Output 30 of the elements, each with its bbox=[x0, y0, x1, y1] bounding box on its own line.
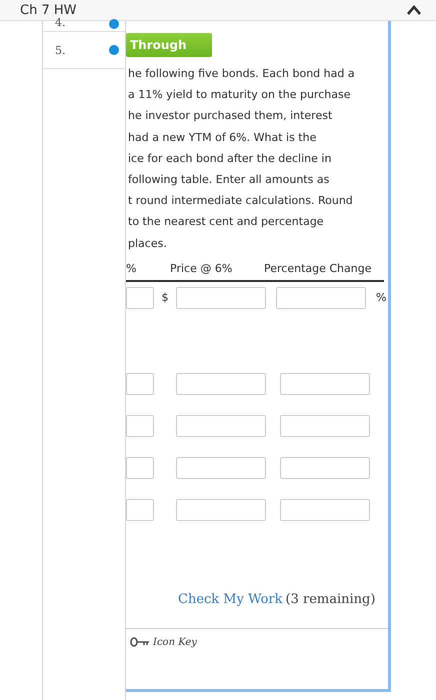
input-field[interactable] bbox=[176, 498, 266, 521]
input-field[interactable] bbox=[176, 372, 266, 395]
input-field[interactable] bbox=[126, 498, 154, 521]
collapse-chevron-icon[interactable] bbox=[406, 4, 422, 16]
input-field[interactable] bbox=[280, 498, 370, 521]
status-dot bbox=[109, 19, 119, 29]
input-field[interactable] bbox=[276, 286, 366, 309]
input-field[interactable] bbox=[176, 414, 266, 437]
input-field[interactable] bbox=[176, 456, 266, 479]
remaining-attempts: (3 remaining) bbox=[286, 592, 376, 607]
currency-sign: $ bbox=[160, 291, 170, 304]
column-header: % bbox=[126, 262, 138, 276]
input-field[interactable] bbox=[176, 286, 266, 309]
input-field[interactable] bbox=[280, 456, 370, 479]
input-field[interactable] bbox=[126, 414, 154, 437]
input-field[interactable] bbox=[126, 286, 154, 309]
icon-key-label[interactable]: Icon Key bbox=[153, 636, 197, 648]
status-dot bbox=[109, 45, 119, 55]
check-my-work-link[interactable]: Check My Work bbox=[178, 592, 282, 607]
input-field[interactable] bbox=[126, 456, 154, 479]
input-field[interactable] bbox=[126, 372, 154, 395]
input-field[interactable] bbox=[280, 414, 370, 437]
question-text: he following five bonds. Each bond had a a 11% yield to maturity on the purchase he investor purchased them, interest had a new YTM of 6%. What is the ice for each bond after the decline in following table. Enter all amounts as t round intermediate calculations. Round to the nearest cent and percentage places. bbox=[127, 66, 356, 252]
assignment-title: Ch 7 HW bbox=[20, 2, 76, 18]
column-header: Percentage Change bbox=[264, 262, 372, 276]
key-icon bbox=[130, 637, 150, 648]
column-header: Price @ 6% bbox=[170, 262, 234, 276]
input-field[interactable] bbox=[280, 372, 370, 395]
question-nav-item[interactable]: 5. bbox=[43, 32, 125, 69]
percent-sign: % bbox=[376, 291, 386, 304]
